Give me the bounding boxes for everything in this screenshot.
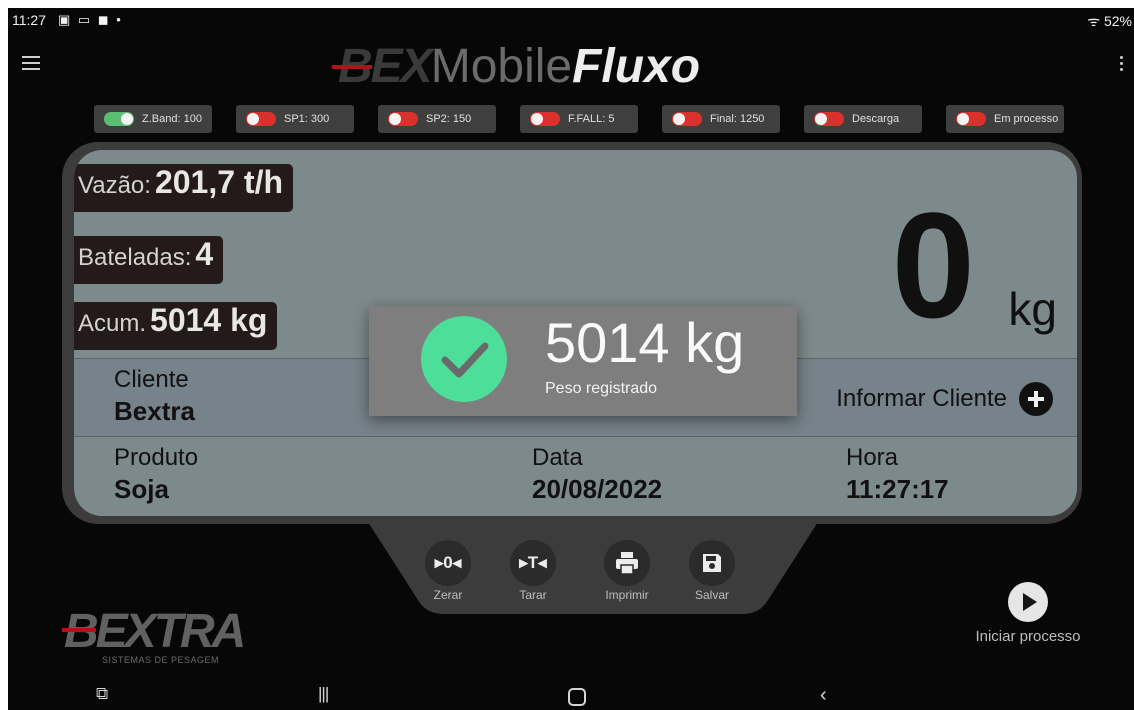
chip-label: Final: 1250 xyxy=(710,113,765,125)
accum-label: Acum. xyxy=(78,310,147,337)
add-circle-icon xyxy=(1019,382,1053,416)
control-dock: ▸0◂ Zerar ▸T◂ Tarar Imprimir Salvar xyxy=(368,522,818,622)
tare-button[interactable]: ▸T◂ Tarar xyxy=(503,540,563,602)
tare-icon: ▸T◂ xyxy=(519,553,547,572)
start-process-label: Iniciar processo xyxy=(975,628,1081,645)
app-title-bex: BEX xyxy=(332,39,433,94)
date-label: Data xyxy=(532,444,583,471)
toast-message: Peso registrado xyxy=(545,380,658,397)
client-value: Bextra xyxy=(114,396,195,426)
app-title: BEX Mobile Fluxo xyxy=(332,36,701,96)
toggle-switch[interactable] xyxy=(246,112,276,126)
chip-descarga[interactable]: Descarga xyxy=(804,105,922,133)
screenshot-icon[interactable]: ⧉ xyxy=(96,684,108,704)
status-time: 11:27 xyxy=(12,12,46,28)
batches-metric: Bateladas: 4 xyxy=(74,236,224,284)
weight-unit: kg xyxy=(1008,283,1057,335)
inform-client-button[interactable]: Informar Cliente xyxy=(836,382,1053,416)
chip-zband[interactable]: Z.Band: 100 xyxy=(94,105,212,133)
chip-ffall[interactable]: F.FALL: 5 xyxy=(520,105,638,133)
zero-button[interactable]: ▸0◂ Zerar xyxy=(418,540,478,602)
more-vert-icon[interactable] xyxy=(1120,56,1124,74)
flow-value: 201,7 t/h xyxy=(154,164,283,200)
start-process-button[interactable]: Iniciar processo xyxy=(968,582,1088,645)
print-label: Imprimir xyxy=(605,588,649,602)
toggle-switch[interactable] xyxy=(814,112,844,126)
accum-metric: Acum. 5014 kg xyxy=(74,302,278,350)
zero-label: Zerar xyxy=(433,588,463,602)
product-label: Produto xyxy=(114,444,199,471)
client-label: Cliente xyxy=(114,366,189,393)
print-button[interactable]: Imprimir xyxy=(597,540,657,602)
app-screen: 11:27 ▣ ▭ ◼ • ᯤ 52% BEX Mobile Fluxo Z.B… xyxy=(8,8,1134,710)
chip-label: F.FALL: 5 xyxy=(568,113,615,125)
wifi-icon: ᯤ xyxy=(1087,13,1101,29)
chip-final[interactable]: Final: 1250 xyxy=(662,105,780,133)
printer-icon xyxy=(616,552,638,575)
chip-label: Z.Band: 100 xyxy=(142,113,202,125)
zero-icon: ▸0◂ xyxy=(434,553,462,572)
toggle-switch[interactable] xyxy=(530,112,560,126)
home-icon[interactable] xyxy=(568,688,586,706)
hamburger-menu-icon[interactable] xyxy=(22,56,40,70)
flow-label: Vazão: xyxy=(78,172,151,199)
toast-weight: 5014 kg xyxy=(545,311,745,374)
app-title-fluxo: Fluxo xyxy=(572,39,701,93)
chip-label: SP1: 300 xyxy=(284,113,330,125)
setpoint-chips: Z.Band: 100 SP1: 300 SP2: 150 F.FALL: 5 … xyxy=(94,105,1064,133)
back-icon[interactable]: ‹ xyxy=(820,684,827,707)
accum-value: 5014 kg xyxy=(150,302,268,338)
inform-client-label: Informar Cliente xyxy=(836,385,1007,412)
flow-metric: Vazão: 201,7 t/h xyxy=(74,164,293,212)
chip-sp2[interactable]: SP2: 150 xyxy=(378,105,496,133)
notification-icons: ▣ ▭ ◼ • xyxy=(58,12,123,27)
check-circle-icon xyxy=(421,316,507,402)
status-right: ᯤ 52% xyxy=(1087,12,1132,31)
chip-sp1[interactable]: SP1: 300 xyxy=(236,105,354,133)
toggle-switch[interactable] xyxy=(104,112,134,126)
chip-label: SP2: 150 xyxy=(426,113,472,125)
divider xyxy=(74,436,1077,437)
toggle-switch[interactable] xyxy=(388,112,418,126)
batches-label: Bateladas: xyxy=(78,244,192,271)
toggle-switch[interactable] xyxy=(956,112,986,126)
app-title-mobile: Mobile xyxy=(430,39,573,93)
chip-em-processo[interactable]: Em processo xyxy=(946,105,1064,133)
time-value: 11:27:17 xyxy=(846,474,949,504)
toggle-switch[interactable] xyxy=(672,112,702,126)
bextra-logo: BEXTRA SISTEMAS DE PESAGEM xyxy=(62,604,246,665)
current-weight: 0 xyxy=(891,181,975,349)
recent-apps-icon[interactable]: ||| xyxy=(318,684,329,704)
weight-registered-toast: 5014 kg Peso registrado xyxy=(369,306,797,416)
batches-value: 4 xyxy=(195,236,214,272)
save-button[interactable]: Salvar xyxy=(682,540,742,602)
tare-label: Tarar xyxy=(519,588,547,602)
product-value: Soja xyxy=(114,474,169,504)
play-icon xyxy=(1008,582,1048,622)
save-icon xyxy=(703,554,721,572)
chip-label: Em processo xyxy=(994,113,1059,125)
save-label: Salvar xyxy=(694,588,729,602)
date-value: 20/08/2022 xyxy=(532,474,663,504)
chip-label: Descarga xyxy=(852,113,900,125)
time-label: Hora xyxy=(846,444,899,471)
battery-percent: 52% xyxy=(1103,13,1132,29)
